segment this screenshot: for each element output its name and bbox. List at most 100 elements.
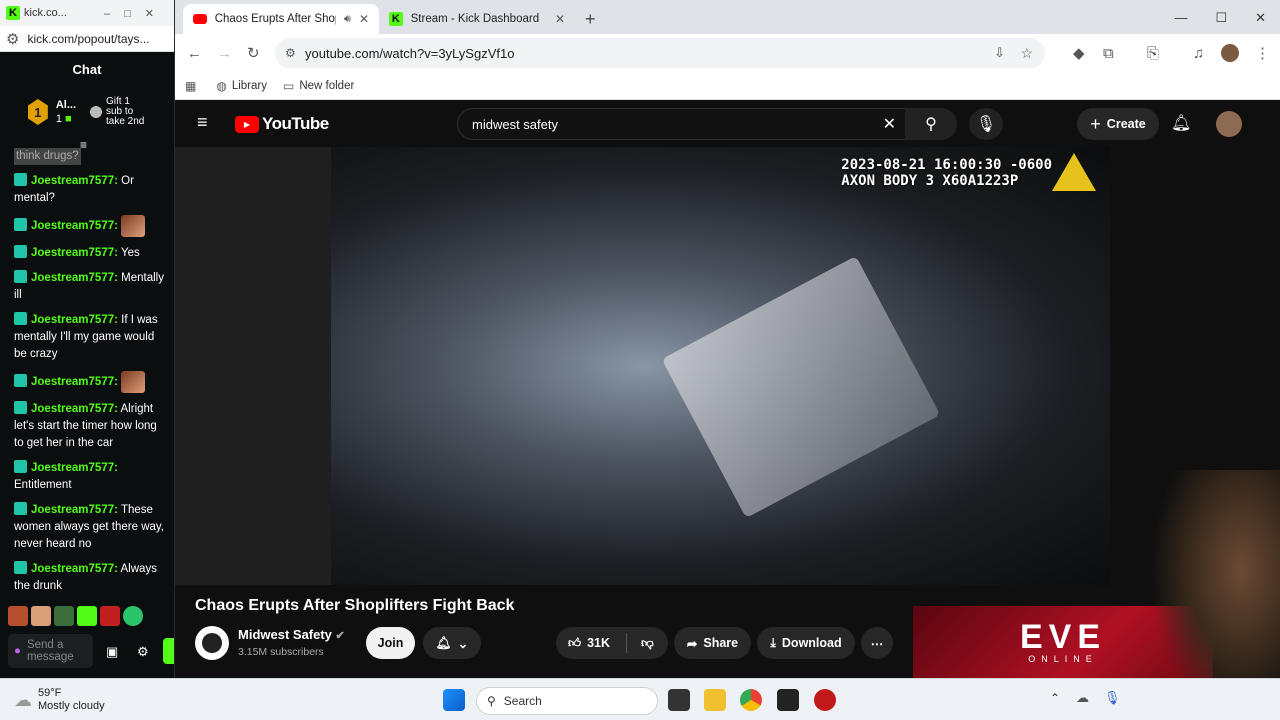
microphone-icon[interactable]: ● (14, 645, 21, 657)
cloud-icon: ☁ (14, 689, 32, 710)
user-badge-icon (14, 460, 27, 473)
kick-url[interactable]: kick.com/popout/tays... (27, 32, 149, 46)
send-chat-button[interactable] (163, 638, 174, 664)
emote-icon[interactable] (100, 606, 120, 626)
youtube-play-icon: ▶ (235, 115, 259, 133)
kick-address-bar[interactable]: ⚙ kick.com/popout/tays... (0, 26, 174, 52)
media-controls-icon[interactable]: ♫ (1193, 45, 1204, 62)
share-button[interactable]: ➦ Share (674, 627, 751, 659)
extension-icon[interactable]: ◆ (1073, 44, 1085, 62)
camera-id-line: AXON BODY 3 X60A1223P (841, 173, 1019, 189)
tab-kick-dashboard[interactable]: K Stream - Kick Dashboard ✕ (379, 4, 575, 34)
chat-username[interactable]: Joestream7577: (31, 247, 118, 259)
task-view-icon[interactable] (668, 689, 690, 711)
like-count[interactable]: 31K (587, 636, 610, 650)
maximize-icon[interactable]: ☐ (1215, 10, 1227, 26)
download-button[interactable]: ⤓ Download (757, 627, 855, 659)
address-omnibox[interactable]: ⚙ youtube.com/watch?v=3yLySgzVf1o ⇩ ☆ (275, 38, 1045, 68)
youtube-search-input[interactable]: midwest safety ✕ (457, 108, 907, 140)
user-badge-icon (14, 502, 27, 515)
emote-icon[interactable] (31, 606, 51, 626)
tab-youtube[interactable]: Chaos Erupts After Shoplifte 🔊︎ ✕ (183, 4, 379, 34)
cast-icon[interactable]: ⎘ (1147, 45, 1159, 62)
new-tab-button[interactable]: + (575, 4, 606, 34)
bookmark-star-icon[interactable]: ☆ (1020, 45, 1033, 62)
gift-promo-text[interactable]: Gift 1 sub to take 2nd (106, 97, 146, 127)
chat-message-input[interactable]: ● Send a message (8, 634, 93, 668)
profile-avatar[interactable] (1221, 44, 1239, 62)
install-app-icon[interactable]: ⇩ (994, 45, 1005, 61)
window-controls[interactable]: –□✕ (104, 7, 168, 20)
channel-avatar[interactable] (195, 626, 229, 660)
start-windows-icon[interactable] (443, 689, 465, 711)
youtube-logo[interactable]: ▶ YouTube (235, 114, 329, 134)
channel-name[interactable]: Midwest Safety ✔ (238, 627, 345, 642)
emote-icon[interactable] (8, 606, 28, 626)
video-player[interactable]: 2023-08-21 16:00:30 -0600 AXON BODY 3 X6… (331, 147, 1110, 585)
chat-username[interactable]: Joestream7577: (31, 376, 118, 388)
thumbs-down-icon[interactable]: 👎︎ (641, 636, 654, 651)
onedrive-cloud-icon[interactable]: ☁ (1076, 690, 1089, 706)
gift-box-icon[interactable]: ▣ (106, 644, 118, 660)
chrome-icon[interactable] (740, 689, 762, 711)
bookmark-new-folder[interactable]: ▭ New folder (283, 79, 354, 93)
clear-search-icon[interactable]: ✕ (883, 114, 896, 134)
tab-close-icon[interactable]: ✕ (359, 12, 369, 26)
subscribed-notifications-button[interactable]: 🔔︎ ⌄ (423, 627, 481, 659)
weather-widget[interactable]: ☁ 59°F Mostly cloudy (14, 687, 105, 713)
bookmark-label: New folder (299, 79, 355, 92)
top-gifter-bar[interactable]: 1 Al... 1 ■ Gift 1 sub to take 2nd (0, 86, 174, 138)
hamburger-menu-icon[interactable]: ≡ (197, 112, 208, 133)
weather-temp: 59°F (38, 687, 62, 699)
notifications-bell-icon[interactable]: 🔔︎ (1171, 113, 1191, 133)
chrome-menu-icon[interactable]: ⋮ (1255, 44, 1270, 62)
forward-arrow-icon[interactable]: → (217, 45, 232, 62)
tab-close-icon[interactable]: ✕ (555, 12, 565, 26)
obs-icon[interactable] (777, 689, 799, 711)
settings-gear-icon[interactable]: ⚙ (137, 644, 149, 660)
create-button[interactable]: + Create (1077, 108, 1159, 140)
emote-icon[interactable] (123, 606, 143, 626)
chat-username[interactable]: Joestream7577: (31, 175, 118, 187)
apps-grid-icon[interactable]: ▦ (185, 79, 196, 93)
chat-message: Joestream7577: Or mental? (14, 173, 169, 207)
window-controls[interactable]: — ☐ ✕ (1174, 10, 1280, 34)
chat-username[interactable]: Joestream7577: (31, 272, 118, 284)
join-button[interactable]: Join (366, 627, 415, 659)
user-badge-icon (14, 173, 27, 186)
account-avatar[interactable] (1216, 111, 1242, 137)
globe-icon: ◍ (216, 78, 227, 93)
site-info-icon[interactable]: ⚙ (6, 30, 19, 48)
emote-icon[interactable] (77, 606, 97, 626)
chat-message: Joestream7577: If I was mentally I'll my… (14, 312, 169, 363)
user-badge-icon (14, 270, 27, 283)
verified-check-icon: ✔ (335, 630, 345, 642)
extensions-puzzle-icon[interactable]: ⧉ (1103, 45, 1114, 62)
like-dislike-group: 👍︎ 31K 👎︎ (556, 627, 668, 659)
tray-microphone-icon[interactable]: 🎙︎ (1104, 690, 1121, 706)
chat-username[interactable]: Joestream7577: (31, 220, 118, 232)
url-text[interactable]: youtube.com/watch?v=3yLySgzVf1o (305, 46, 514, 61)
minimize-icon[interactable]: — (1174, 10, 1187, 26)
download-icon: ⤓ (770, 635, 776, 650)
chat-username[interactable]: Joestream7577: (31, 462, 118, 474)
more-actions-button[interactable]: ⋯ (861, 627, 893, 659)
speaker-icon[interactable]: 🔊︎ (344, 13, 351, 26)
app-icon[interactable] (814, 689, 836, 711)
close-window-icon[interactable]: ✕ (1255, 10, 1266, 26)
chat-username[interactable]: Joestream7577: (31, 504, 118, 516)
taskbar-search[interactable]: ⚲ Search (476, 687, 658, 715)
tray-chevron-up-icon[interactable]: ⌃ (1050, 691, 1060, 705)
chat-username[interactable]: Joestream7577: (31, 314, 118, 326)
emote-icon[interactable] (54, 606, 74, 626)
bookmark-library[interactable]: ◍ Library (216, 79, 267, 93)
back-arrow-icon[interactable]: ← (187, 45, 202, 62)
site-info-icon[interactable]: ⚙ (285, 46, 296, 60)
reload-icon[interactable]: ↻ (247, 44, 260, 62)
thumbs-up-icon[interactable]: 👍︎ (568, 636, 581, 651)
search-button[interactable]: ⚲ (905, 108, 957, 140)
voice-search-icon[interactable]: 🎙︎ (969, 108, 1003, 140)
file-explorer-icon[interactable] (704, 689, 726, 711)
chat-username[interactable]: Joestream7577: (31, 403, 118, 415)
chat-username[interactable]: Joestream7577: (31, 563, 118, 575)
